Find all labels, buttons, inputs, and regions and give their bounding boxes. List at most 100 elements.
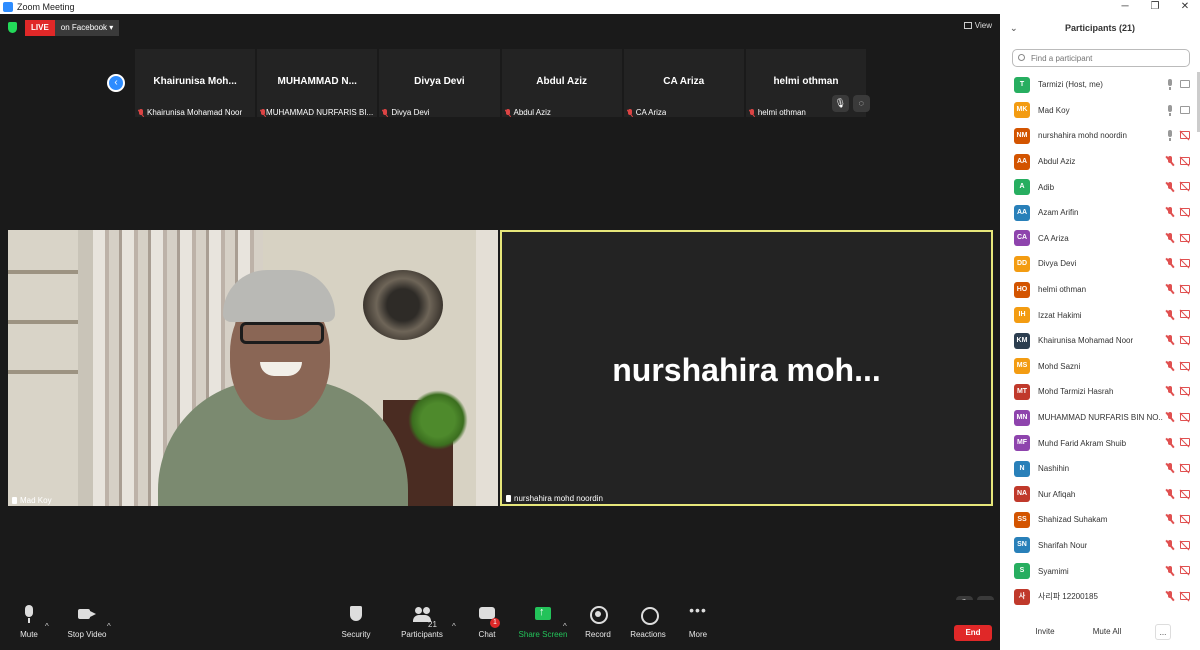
- view-button[interactable]: View: [963, 21, 992, 30]
- participants-button[interactable]: Participants: [387, 605, 457, 639]
- live-target-dropdown[interactable]: on Facebook ▾: [54, 20, 120, 36]
- mute-options-caret[interactable]: ^: [45, 622, 49, 631]
- video-camera-off-icon[interactable]: [1180, 335, 1190, 344]
- video-camera-off-icon[interactable]: [1180, 156, 1190, 165]
- participant-row[interactable]: HO helmi othman: [1000, 277, 1200, 303]
- participant-search-input[interactable]: [1012, 49, 1190, 67]
- video-camera-off-icon[interactable]: [1180, 515, 1190, 524]
- microphone-muted-icon[interactable]: [1166, 514, 1174, 525]
- participant-row[interactable]: MF Muhd Farid Akram Shuib: [1000, 430, 1200, 456]
- video-camera-off-icon[interactable]: [1180, 182, 1190, 191]
- participant-row[interactable]: MK Mad Koy: [1000, 98, 1200, 124]
- video-camera-off-icon[interactable]: [1180, 233, 1190, 242]
- microphone-muted-icon[interactable]: [1166, 565, 1174, 577]
- video-camera-off-icon[interactable]: [1180, 131, 1190, 140]
- microphone-muted-icon[interactable]: [1166, 488, 1174, 500]
- participant-row[interactable]: CA CA Ariza: [1000, 226, 1200, 252]
- video-camera-off-icon[interactable]: [1180, 387, 1190, 396]
- video-thumb[interactable]: CA Ariza CA Ariza: [623, 49, 744, 117]
- plant-scenery: [408, 390, 468, 450]
- microphone-muted-icon[interactable]: [1166, 207, 1174, 218]
- mute-all-button[interactable]: Mute All: [1090, 624, 1124, 640]
- microphone-icon[interactable]: [1166, 104, 1174, 116]
- participant-avatar: MS: [1014, 358, 1030, 375]
- video-thumb[interactable]: helmi othman helmi othman 🎙 ◌: [745, 49, 870, 117]
- encryption-shield-icon[interactable]: [8, 22, 17, 33]
- strip-mic-icon[interactable]: 🎙: [831, 95, 849, 112]
- thumb-label: CA Ariza: [627, 108, 666, 117]
- restore-button[interactable]: ❐: [1140, 0, 1170, 14]
- microphone-muted-icon[interactable]: [1166, 591, 1174, 602]
- participant-name: Tarmizi (Host, me): [1038, 80, 1103, 90]
- participant-row[interactable]: DD Divya Devi: [1000, 251, 1200, 277]
- participant-row[interactable]: MS Mohd Sazni: [1000, 354, 1200, 380]
- collapse-chevron-icon[interactable]: ⌄: [1010, 14, 1018, 42]
- microphone-muted-icon[interactable]: [1166, 412, 1174, 423]
- strip-refresh-icon[interactable]: ◌: [852, 95, 870, 112]
- participant-row[interactable]: SS Shahizad Suhakam: [1000, 507, 1200, 533]
- microphone-muted-icon[interactable]: [1166, 309, 1174, 321]
- participant-row[interactable]: NA Nur Afiqah: [1000, 482, 1200, 508]
- video-thumb[interactable]: Abdul Aziz Abdul Aziz: [501, 49, 622, 117]
- participant-row[interactable]: MN MUHAMMAD NURFARIS BIN NO...: [1000, 405, 1200, 431]
- video-tile-nurshahira[interactable]: nurshahira moh... nurshahira mohd noordi…: [500, 230, 993, 506]
- microphone-muted-icon[interactable]: [1166, 386, 1174, 397]
- close-window-button[interactable]: ✕: [1170, 0, 1200, 14]
- participant-row[interactable]: N Nashihin: [1000, 456, 1200, 482]
- minimize-button[interactable]: ─: [1110, 0, 1140, 14]
- participant-row[interactable]: 사 사리파 12200185: [1000, 584, 1200, 610]
- microphone-muted-icon[interactable]: [1166, 284, 1174, 295]
- participant-row[interactable]: NM nurshahira mohd noordin: [1000, 123, 1200, 149]
- microphone-muted-icon[interactable]: [1166, 232, 1174, 244]
- microphone-muted-icon[interactable]: [1166, 335, 1174, 346]
- participant-row[interactable]: SN Sharifah Nour: [1000, 533, 1200, 559]
- participant-row[interactable]: KM Khairunisa Mohamad Noor: [1000, 328, 1200, 354]
- microphone-muted-icon[interactable]: [1166, 437, 1174, 449]
- participant-row[interactable]: IH Izzat Hakimi: [1000, 302, 1200, 328]
- participant-avatar: MF: [1014, 435, 1030, 452]
- microphone-muted-icon[interactable]: [1166, 181, 1174, 193]
- participant-row[interactable]: AA Abdul Aziz: [1000, 149, 1200, 175]
- participant-name: Nashihin: [1038, 464, 1070, 474]
- invite-button[interactable]: Invite: [1034, 624, 1056, 640]
- microphone-icon[interactable]: [1166, 79, 1174, 91]
- video-camera-off-icon[interactable]: [1180, 463, 1190, 472]
- participant-row[interactable]: S Syamimi: [1000, 558, 1200, 584]
- video-camera-off-icon[interactable]: [1180, 591, 1190, 600]
- microphone-muted-icon[interactable]: [1166, 463, 1174, 474]
- participant-row[interactable]: AA Azam Arifin: [1000, 200, 1200, 226]
- participant-name: Azam Arifin: [1038, 208, 1079, 218]
- participant-row[interactable]: A Adib: [1000, 174, 1200, 200]
- video-tile-mad-koy[interactable]: Mad Koy: [8, 230, 498, 506]
- video-camera-off-icon[interactable]: [1180, 540, 1190, 549]
- live-stream-badge[interactable]: LIVE on Facebook ▾: [25, 20, 120, 36]
- video-camera-off-icon[interactable]: [1180, 284, 1190, 293]
- more-button[interactable]: ••• More: [663, 603, 733, 639]
- video-camera-off-icon[interactable]: [1180, 259, 1190, 268]
- participant-row[interactable]: MT Mohd Tarmizi Hasrah: [1000, 379, 1200, 405]
- end-meeting-button[interactable]: End: [954, 625, 992, 641]
- video-thumb[interactable]: MUHAMMAD N... MUHAMMAD NURFARIS BI...: [257, 49, 378, 117]
- video-camera-off-icon[interactable]: [1180, 489, 1190, 498]
- panel-more-button[interactable]: ...: [1155, 624, 1171, 640]
- video-camera-off-icon[interactable]: [1180, 412, 1190, 421]
- video-camera-off-icon[interactable]: [1180, 310, 1190, 319]
- previous-page-button[interactable]: ‹: [107, 74, 125, 92]
- security-button[interactable]: Security: [321, 605, 391, 639]
- video-thumb[interactable]: Khairunisa Moh... Khairunisa Mohamad Noo…: [135, 49, 256, 117]
- stop-video-button[interactable]: Stop Video: [52, 605, 122, 639]
- microphone-icon[interactable]: [1166, 130, 1174, 142]
- video-camera-off-icon[interactable]: [1180, 566, 1190, 575]
- microphone-muted-icon[interactable]: [1166, 258, 1174, 269]
- video-camera-off-icon[interactable]: [1180, 361, 1190, 370]
- video-thumb[interactable]: Divya Devi Divya Devi: [379, 49, 500, 117]
- video-camera-icon[interactable]: [1180, 80, 1190, 88]
- microphone-muted-icon[interactable]: [1166, 360, 1174, 372]
- video-options-caret[interactable]: ^: [107, 622, 111, 631]
- participant-row[interactable]: T Tarmizi (Host, me): [1000, 72, 1200, 98]
- video-camera-off-icon[interactable]: [1180, 438, 1190, 447]
- video-camera-off-icon[interactable]: [1180, 207, 1190, 216]
- video-camera-icon[interactable]: [1180, 105, 1190, 114]
- microphone-muted-icon[interactable]: [1166, 539, 1174, 551]
- microphone-muted-icon[interactable]: [1166, 156, 1174, 167]
